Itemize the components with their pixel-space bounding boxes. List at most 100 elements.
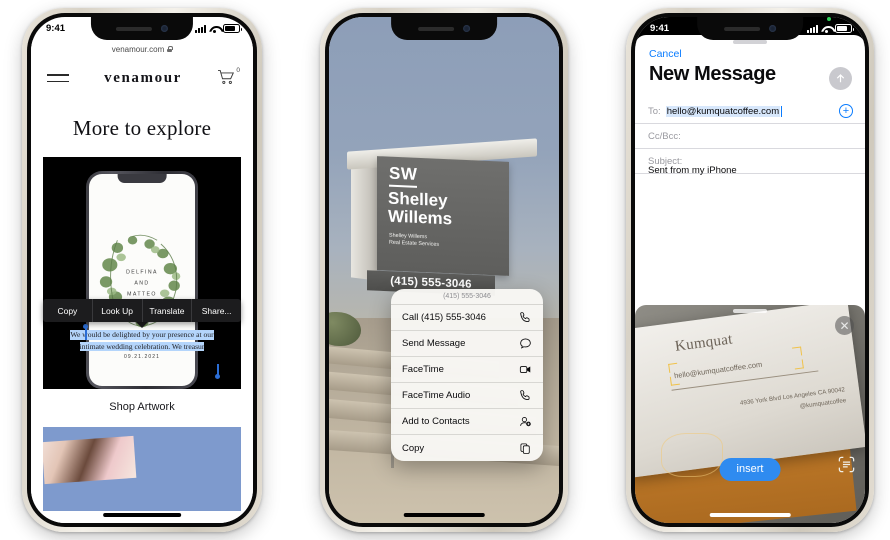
site-header: venamour 0	[31, 58, 253, 98]
context-menu-label: FaceTime	[402, 364, 444, 375]
page-title: New Message	[649, 63, 776, 85]
sign-subtitle: Shelley Willems Real Estate Services	[389, 232, 440, 249]
phone-bezel: Cancel New Message To: hello@kumquatcoff…	[631, 13, 869, 527]
product-showcase: DELFINA AND MATTEO 09.21.2021	[43, 157, 241, 389]
battery-icon	[835, 24, 854, 33]
context-menu-label: Add to Contacts	[402, 416, 470, 427]
text-selection-menu[interactable]: Copy Look Up Translate Share...	[43, 299, 241, 322]
context-menu-item-copy[interactable]: Copy	[391, 435, 543, 461]
real-estate-sign: SW Shelley Willems Shelley Willems Real …	[377, 156, 509, 276]
context-menu-item-facetime[interactable]: FaceTime	[391, 357, 543, 383]
building-wall	[351, 157, 377, 281]
photo-thumbnail	[43, 435, 137, 485]
invitation-names: DELFINA AND MATTEO	[126, 269, 158, 298]
plus-circle-icon[interactable]: +	[839, 104, 853, 118]
wifi-icon	[209, 25, 220, 33]
shopping-cart-icon[interactable]: 0	[217, 67, 240, 87]
battery-icon	[223, 24, 242, 33]
selection-menu-item-translate[interactable]: Translate	[143, 299, 193, 322]
insert-button[interactable]: insert	[719, 458, 781, 481]
phone-icon	[520, 312, 530, 323]
live-text-camera-pane: Kumquat hello@kumquatcoffee.com 4936 Yor…	[635, 305, 865, 523]
sign-initials: SW	[389, 163, 418, 188]
phone-screen: 9:41 venamour.com venamour 0 More to exp…	[31, 17, 253, 523]
context-menu-item-facetime-audio[interactable]: FaceTime Audio	[391, 383, 543, 409]
status-bar: 9:41	[31, 17, 253, 40]
context-menu-header: (415) 555-3046	[391, 289, 543, 305]
selected-text: We would be delighted by your presence a…	[70, 330, 214, 352]
context-menu-item-send-message[interactable]: Send Message	[391, 331, 543, 357]
copy-icon	[520, 442, 530, 454]
scan-frame-icon	[838, 456, 855, 473]
context-menu-label: Call (415) 555-3046	[402, 312, 486, 323]
cellular-signal-icon	[807, 24, 818, 33]
ccbcc-field-row[interactable]: Cc/Bcc:	[635, 124, 865, 149]
selection-handle-start-bar[interactable]	[85, 328, 87, 340]
product-mockup-phone: DELFINA AND MATTEO 09.21.2021	[86, 171, 198, 389]
phone-screen: Cancel New Message To: hello@kumquatcoff…	[635, 17, 865, 523]
to-field-row[interactable]: To: hello@kumquatcoffee.com +	[635, 99, 865, 124]
text-scanner-icon[interactable]	[836, 454, 857, 475]
to-value: hello@kumquatcoffee.com	[665, 105, 781, 117]
cart-count-badge: 0	[236, 67, 240, 74]
page-title: More to explore	[72, 116, 212, 140]
context-menu-label: Copy	[402, 442, 425, 454]
screenshot-stage: 9:41 venamour.com venamour 0 More to exp…	[0, 0, 890, 540]
wifi-icon	[821, 25, 832, 33]
message-bubble-icon	[520, 338, 531, 349]
earpiece-speaker	[417, 26, 454, 31]
cancel-button[interactable]: Cancel	[649, 48, 682, 60]
mail-body-text[interactable]: Sent from my iPhone	[648, 165, 737, 176]
home-indicator[interactable]	[403, 513, 485, 517]
status-bar: 9:41	[635, 17, 865, 40]
invitation-date: 09.21.2021	[123, 354, 161, 360]
url-text: venamour.com	[111, 44, 165, 54]
selection-menu-item-look-up[interactable]: Look Up	[93, 299, 143, 322]
phone-device-mail: Cancel New Message To: hello@kumquatcoff…	[626, 8, 874, 532]
cellular-signal-icon	[195, 24, 206, 33]
status-time: 9:41	[650, 23, 670, 34]
to-label: To:	[648, 105, 661, 117]
send-button[interactable]	[829, 67, 852, 90]
card-address: 4936 York Blvd Los Angeles CA 90042 @kum…	[739, 386, 847, 410]
front-camera	[462, 25, 470, 32]
card-brand: Kumquat	[674, 331, 734, 355]
home-indicator[interactable]	[709, 513, 791, 517]
camera-pane-grabber[interactable]	[733, 309, 767, 313]
leather-sketch-shape	[661, 433, 723, 477]
hamburger-menu-icon[interactable]	[47, 74, 69, 82]
next-section-banner	[43, 427, 241, 511]
selection-handle-start[interactable]	[83, 324, 88, 329]
shop-artwork-link[interactable]: Shop Artwork	[31, 401, 253, 413]
shrub	[329, 312, 361, 346]
send-arrow-up-icon	[836, 74, 845, 83]
site-brand: venamour	[104, 69, 182, 86]
sign-agent-name: Shelley Willems	[388, 188, 453, 229]
phone-bezel: SW Shelley Willems Shelley Willems Real …	[325, 13, 563, 527]
context-menu-item-call[interactable]: Call (415) 555-3046	[391, 305, 543, 331]
browser-url-bar[interactable]: venamour.com	[31, 40, 253, 58]
notch	[391, 17, 497, 40]
text-caret	[781, 105, 783, 117]
selection-menu-item-copy[interactable]: Copy	[43, 299, 93, 322]
phone-device-camera: SW Shelley Willems Shelley Willems Real …	[320, 8, 568, 532]
selection-menu-pointer	[135, 321, 149, 328]
status-time: 9:41	[46, 23, 66, 34]
lock-icon	[167, 46, 174, 52]
sheet-grabber[interactable]	[733, 40, 767, 44]
phone-screen: SW Shelley Willems Shelley Willems Real …	[329, 17, 559, 523]
person-add-icon	[520, 417, 531, 427]
recording-indicator	[827, 17, 831, 22]
selection-handle-end[interactable]	[215, 374, 220, 379]
home-indicator[interactable]	[103, 513, 181, 517]
phone-icon	[520, 390, 530, 401]
video-camera-icon	[519, 366, 531, 373]
ccbcc-label: Cc/Bcc:	[648, 130, 681, 142]
selection-menu-item-share[interactable]: Share...	[192, 299, 241, 322]
close-x-icon[interactable]: ✕	[835, 316, 854, 335]
selected-paragraph[interactable]: We would be delighted by your presence a…	[67, 329, 217, 353]
context-menu-label: Send Message	[402, 338, 466, 349]
context-menu-item-add-to-contacts[interactable]: Add to Contacts	[391, 409, 543, 435]
mockup-screen: DELFINA AND MATTEO 09.21.2021	[89, 174, 195, 386]
data-detector-context-menu[interactable]: (415) 555-3046 Call (415) 555-3046 Send …	[391, 289, 543, 461]
